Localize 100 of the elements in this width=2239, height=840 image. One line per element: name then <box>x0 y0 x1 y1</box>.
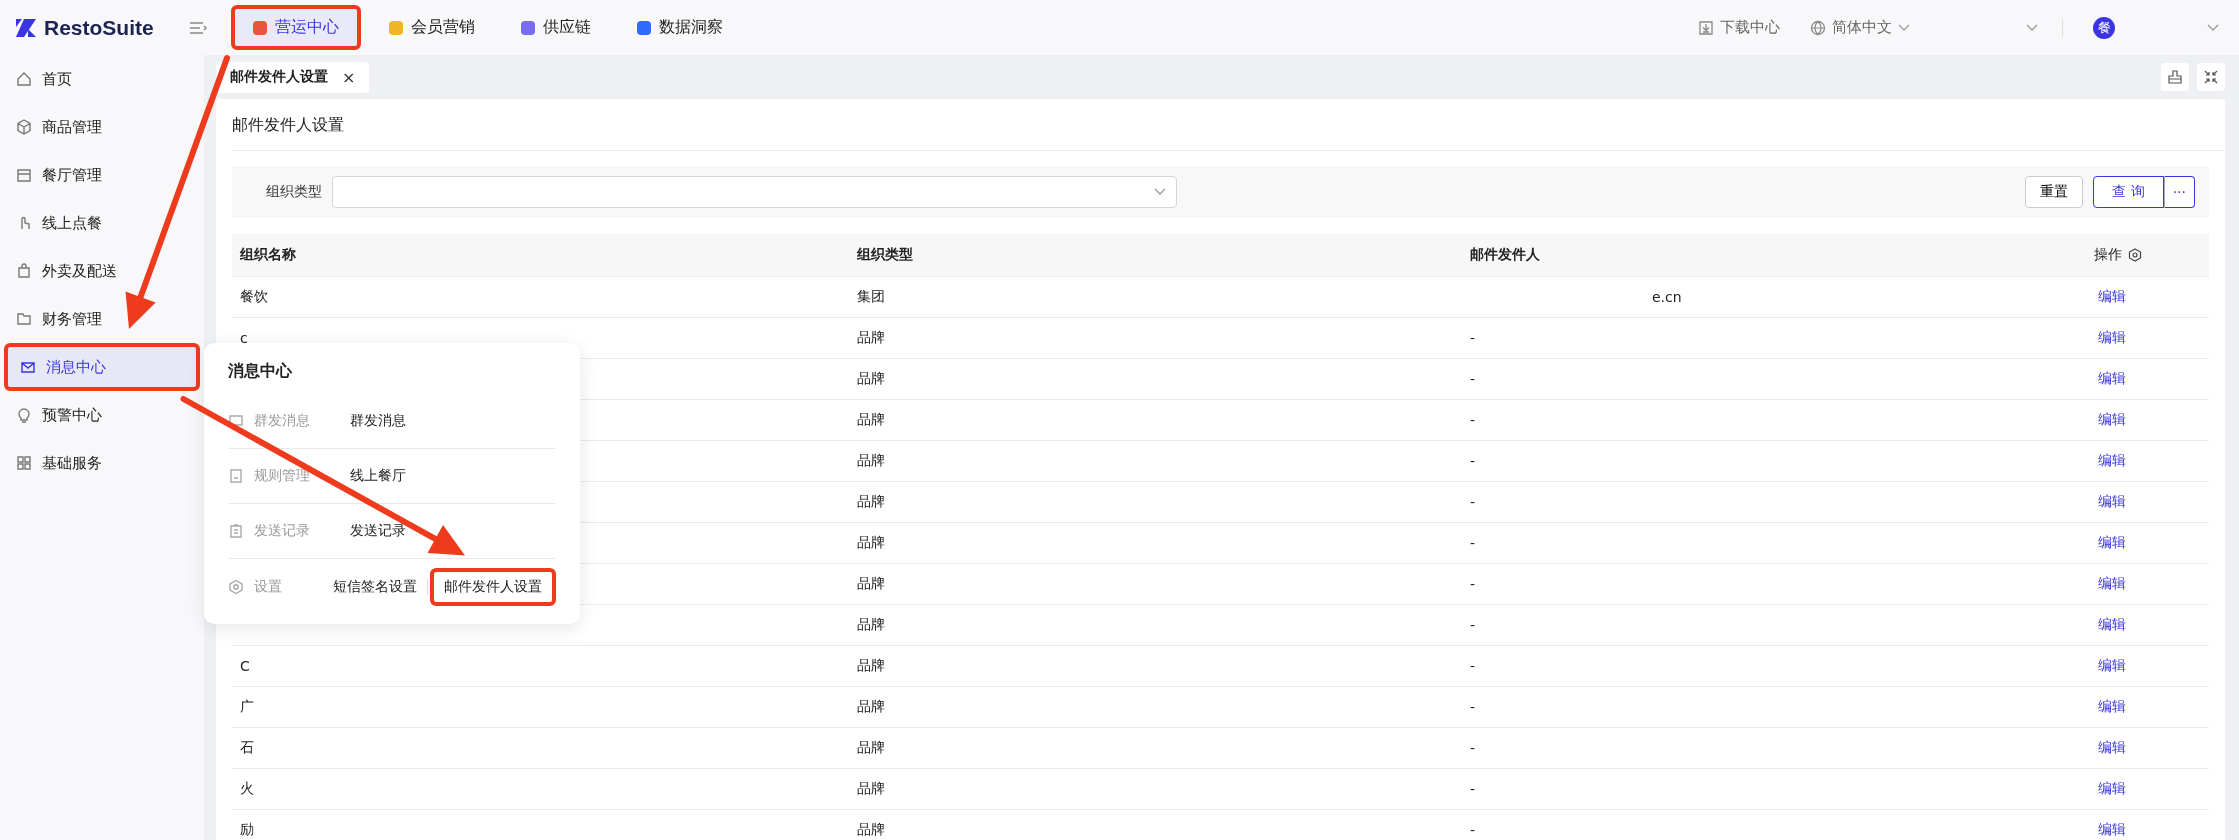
close-button[interactable]: × <box>342 67 356 87</box>
table-cell: 励 <box>240 821 254 839</box>
table-cell: - <box>1470 330 1476 346</box>
edit-link[interactable]: 编辑 <box>2098 616 2126 634</box>
edit-link[interactable]: 编辑 <box>2098 657 2126 675</box>
bag-icon <box>16 263 32 279</box>
edit-link[interactable]: 编辑 <box>2098 821 2126 839</box>
nav-tab[interactable]: 营运中心 <box>231 5 361 50</box>
table-cell: 广 <box>240 698 254 716</box>
chevron-down-icon <box>2026 23 2038 32</box>
table-cell: 餐饮 <box>240 288 268 306</box>
sidebar-item[interactable]: 基础服务 <box>4 439 200 487</box>
table-cell: 品牌 <box>849 564 1462 605</box>
menu-group-label: 设置 <box>254 577 282 596</box>
table-cell: 品牌 <box>849 728 1462 769</box>
store-icon <box>16 167 32 183</box>
collapse-icon <box>2203 69 2219 85</box>
page-title: 邮件发件人设置 <box>232 99 2225 151</box>
chevron-down-icon <box>2207 23 2219 32</box>
edit-link[interactable]: 编辑 <box>2098 575 2126 593</box>
table-cell: - <box>1470 658 1476 674</box>
brand-name: RestoSuite <box>44 15 154 40</box>
chevron-down-icon <box>1154 188 1166 196</box>
column-header: 操作 <box>2094 246 2122 264</box>
edit-link[interactable]: 编辑 <box>2098 329 2126 347</box>
edit-link[interactable]: 编辑 <box>2098 370 2126 388</box>
nav-tab[interactable]: 会员营销 <box>371 9 493 46</box>
table-cell: 品牌 <box>849 687 1462 728</box>
menu-link[interactable]: 群发消息 <box>342 406 414 436</box>
sidebar-item[interactable]: 消息中心 <box>4 343 200 391</box>
table-cell: 品牌 <box>849 646 1462 687</box>
table-cell: e.cn <box>1652 289 1682 305</box>
table-cell: - <box>1470 617 1476 633</box>
edit-link[interactable]: 编辑 <box>2098 288 2126 306</box>
clear-button[interactable] <box>2161 63 2189 91</box>
menu-link[interactable]: 邮件发件人设置 <box>430 567 556 606</box>
more-button[interactable]: ··· <box>2163 176 2195 208</box>
query-button[interactable]: 查 询 <box>2093 176 2164 208</box>
settings-icon[interactable] <box>2128 248 2142 262</box>
column-header: 组织名称 <box>232 234 849 277</box>
table-cell: 品牌 <box>849 523 1462 564</box>
download-link[interactable]: 下载中心 <box>1720 18 1780 37</box>
logo-icon <box>14 16 38 39</box>
edit-link[interactable]: 编辑 <box>2098 698 2126 716</box>
sidebar-item[interactable]: 首页 <box>4 55 200 103</box>
menu-link[interactable]: 短信签名设置 <box>325 571 426 602</box>
bulb-icon <box>16 407 32 423</box>
mail-icon <box>20 359 36 375</box>
table-cell: 集团 <box>849 277 1462 318</box>
edit-link[interactable]: 编辑 <box>2098 452 2126 470</box>
fullscreen-button[interactable] <box>2197 63 2225 91</box>
sidebar-item[interactable]: 餐厅管理 <box>4 151 200 199</box>
table-cell: - <box>1470 494 1476 510</box>
field-label: 组织类型 <box>265 183 322 201</box>
table-cell: - <box>1470 576 1476 592</box>
table-cell: 石 <box>240 739 254 757</box>
download-icon[interactable] <box>1698 19 1714 36</box>
menu-group-label: 群发消息 <box>254 412 310 430</box>
home-icon <box>16 71 32 87</box>
table-cell: - <box>1470 781 1476 797</box>
table-cell: - <box>1470 535 1476 551</box>
table-cell: 品牌 <box>849 441 1462 482</box>
table-cell: 品牌 <box>849 318 1462 359</box>
broom-icon <box>2167 69 2183 85</box>
nav-tab[interactable]: 数据洞察 <box>619 9 741 46</box>
select-field[interactable] <box>332 176 1177 208</box>
language-select[interactable]: 简体中文 <box>1832 18 1892 37</box>
table-cell: - <box>1470 822 1476 838</box>
globe-icon <box>1810 19 1826 36</box>
menu-group-label: 发送记录 <box>254 522 310 540</box>
menu-link[interactable]: 线上餐厅 <box>342 461 414 491</box>
sidebar-item[interactable]: 外卖及配送 <box>4 247 200 295</box>
table-cell: 品牌 <box>849 359 1462 400</box>
page-tab[interactable]: 邮件发件人设置 × <box>216 61 370 93</box>
table-cell: - <box>1470 371 1476 387</box>
sidebar-item[interactable]: 线上点餐 <box>4 199 200 247</box>
cube-icon <box>16 119 32 135</box>
settings-icon <box>228 578 244 595</box>
edit-link[interactable]: 编辑 <box>2098 411 2126 429</box>
document-icon <box>228 468 244 484</box>
edit-link[interactable]: 编辑 <box>2098 780 2126 798</box>
sidebar-item[interactable]: 商品管理 <box>4 103 200 151</box>
clipboard-icon <box>228 523 244 539</box>
table-cell: - <box>1470 740 1476 756</box>
nav-tab[interactable]: 供应链 <box>503 9 609 46</box>
menu-link[interactable]: 发送记录 <box>342 516 414 546</box>
chevron-down-icon <box>1898 23 1910 32</box>
sidebar-item[interactable]: 预警中心 <box>4 391 200 439</box>
monitor-icon <box>228 413 244 429</box>
table-cell: - <box>1470 453 1476 469</box>
reset-button[interactable]: 重置 <box>2025 176 2084 208</box>
table-cell: 品牌 <box>849 810 1462 840</box>
edit-link[interactable]: 编辑 <box>2098 739 2126 757</box>
table-cell: 品牌 <box>849 482 1462 523</box>
edit-link[interactable]: 编辑 <box>2098 534 2126 552</box>
sidebar-item[interactable]: 财务管理 <box>4 295 200 343</box>
edit-link[interactable]: 编辑 <box>2098 493 2126 511</box>
folder-icon <box>16 311 32 327</box>
avatar[interactable]: 餐 <box>2093 16 2115 39</box>
menu-icon[interactable] <box>189 20 207 35</box>
